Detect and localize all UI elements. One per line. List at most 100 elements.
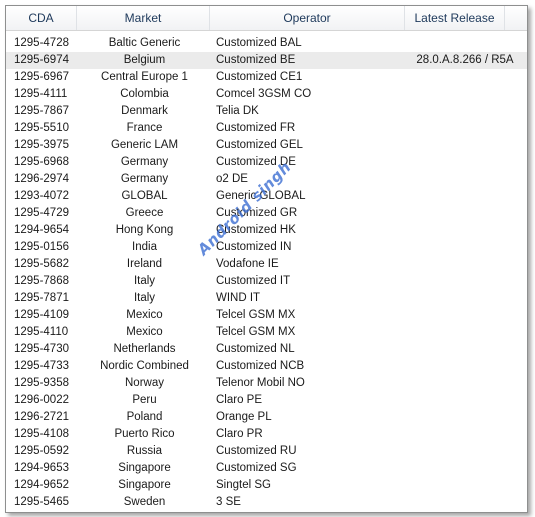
table-row[interactable]: 1295-3975 Generic LAM Customized GEL: [6, 137, 527, 154]
cell-cda: 1295-3975: [14, 139, 69, 151]
cell-cda: 1295-0156: [14, 241, 69, 253]
cell-cda: 1295-4733: [14, 360, 69, 372]
cell-cda: 1295-4111: [14, 88, 68, 100]
table-row[interactable]: 1294-9654 Hong Kong Customized HK: [6, 222, 527, 239]
cell-latest-release: [410, 205, 520, 222]
table-row[interactable]: 1295-4110 Mexico Telcel GSM MX: [6, 324, 527, 341]
cell-market: Italy: [133, 292, 156, 304]
table-row[interactable]: 1295-5682 Ireland Vodafone IE: [6, 256, 527, 273]
cell-cda: 1296-0022: [14, 394, 69, 406]
table-row[interactable]: 1294-9652 Singapore Singtel SG: [6, 477, 527, 494]
cell-operator: Customized CE1: [216, 71, 303, 83]
cell-market: Denmark: [121, 105, 168, 117]
cell-market: France: [126, 122, 163, 134]
cell-latest-release: [410, 494, 520, 511]
firmware-table-window: CDA Market Operator Latest Release 1295-…: [5, 5, 528, 513]
table-row[interactable]: 1295-7867 Denmark Telia DK: [6, 103, 527, 120]
cell-latest-release: [410, 273, 520, 290]
cell-cda: 1295-5465: [14, 496, 69, 508]
cell-market: Ireland: [126, 258, 163, 270]
cell-market: Puerto Rico: [114, 428, 175, 440]
cell-market: Generic LAM: [110, 139, 179, 151]
table-row[interactable]: 1295-4109 Mexico Telcel GSM MX: [6, 307, 527, 324]
cell-operator: 3 SE: [216, 496, 241, 508]
cell-market: Sweden: [123, 496, 166, 508]
column-header-market[interactable]: Market: [77, 6, 210, 30]
cell-operator: Customized FR: [216, 122, 296, 134]
table-row[interactable]: 1293-4072 GLOBAL Generic GLOBAL: [6, 188, 527, 205]
cell-market: Mexico: [126, 326, 163, 338]
table-row[interactable]: 1295-4728 Baltic Generic Customized BAL: [6, 35, 527, 52]
table-row[interactable]: 1295-7868 Italy Customized IT: [6, 273, 527, 290]
cell-latest-release: [410, 188, 520, 205]
cell-market: Germany: [120, 173, 169, 185]
table-row[interactable]: 1295-6974 Belgium Customized BE 28.0.A.8.26…: [6, 52, 527, 69]
cell-market: Hong Kong: [115, 224, 174, 236]
cell-latest-release: [410, 137, 520, 154]
table-row[interactable]: 1295-9358 Norway Telenor Mobil NO: [6, 375, 527, 392]
cell-latest-release: [410, 324, 520, 341]
cell-cda: 1294-9653: [14, 462, 69, 474]
cell-market: Italy: [133, 275, 156, 287]
cell-latest-release: [410, 307, 520, 324]
table-row[interactable]: 1295-4111 Colombia Comcel 3GSM CO: [6, 86, 527, 103]
table-row[interactable]: 1295-4730 Netherlands Customized NL: [6, 341, 527, 358]
cell-market: Nordic Combined: [100, 360, 189, 372]
column-header-operator[interactable]: Operator: [210, 6, 405, 30]
cell-cda: 1295-5510: [14, 122, 69, 134]
cell-cda: 1295-4109: [14, 309, 69, 321]
cell-cda: 1295-7871: [14, 292, 69, 304]
cell-latest-release: [410, 120, 520, 137]
cell-market: Peru: [132, 394, 157, 406]
table-row[interactable]: 1294-9653 Singapore Customized SG: [6, 460, 527, 477]
table-row[interactable]: 1295-6968 Germany Customized DE: [6, 154, 527, 171]
cell-market: Colombia: [120, 88, 169, 100]
table-row[interactable]: 1295-0156 India Customized IN: [6, 239, 527, 256]
cell-operator: Customized SG: [216, 462, 297, 474]
cell-latest-release: [410, 409, 520, 426]
cell-cda: 1296-2974: [14, 173, 69, 185]
cell-operator: Customized GEL: [216, 139, 303, 151]
cell-market: Greece: [125, 207, 164, 219]
cell-market: Central Europe 1: [101, 71, 188, 83]
cell-cda: 1295-6967: [14, 71, 69, 83]
cell-latest-release: [410, 477, 520, 494]
cell-latest-release: [410, 69, 520, 86]
table-row[interactable]: 1295-5465 Sweden 3 SE: [6, 494, 527, 511]
cell-operator: Claro PR: [216, 428, 263, 440]
cell-operator: Customized RU: [216, 445, 297, 457]
cell-cda: 1295-4728: [14, 37, 69, 49]
table-row[interactable]: 1295-0592 Russia Customized RU: [6, 443, 527, 460]
cell-market: GLOBAL: [121, 190, 168, 202]
cell-latest-release: [410, 239, 520, 256]
cell-operator: Telia DK: [216, 105, 259, 117]
cell-latest-release: [410, 375, 520, 392]
cell-cda: 1295-4108: [14, 428, 69, 440]
table-row[interactable]: 1295-4729 Greece Customized GR: [6, 205, 527, 222]
table-row[interactable]: 1295-7871 Italy WIND IT: [6, 290, 527, 307]
cell-operator: Vodafone IE: [216, 258, 279, 270]
column-header-cda[interactable]: CDA: [6, 6, 77, 30]
cell-cda: 1295-4110: [14, 326, 69, 338]
table-row[interactable]: 1296-2721 Poland Orange PL: [6, 409, 527, 426]
table-row[interactable]: 1295-6967 Central Europe 1 Customized CE1: [6, 69, 527, 86]
cell-operator: Customized NL: [216, 343, 295, 355]
cell-latest-release: [410, 256, 520, 273]
cell-market: Russia: [126, 445, 163, 457]
table-row[interactable]: 1295-5510 France Customized FR: [6, 120, 527, 137]
cell-operator: Customized BE: [216, 54, 296, 66]
cell-operator: Customized GR: [216, 207, 298, 219]
cell-operator: Customized IT: [216, 275, 291, 287]
cell-cda: 1295-6974: [14, 54, 69, 66]
cell-operator: Claro PE: [216, 394, 263, 406]
table-row[interactable]: 1295-4108 Puerto Rico Claro PR: [6, 426, 527, 443]
cell-latest-release: [410, 154, 520, 171]
cell-operator: WIND IT: [216, 292, 261, 304]
table-row[interactable]: 1296-0022 Peru Claro PE: [6, 392, 527, 409]
column-header-latest-release[interactable]: Latest Release: [405, 6, 505, 30]
table-row[interactable]: 1295-4733 Nordic Combined Customized NCB: [6, 358, 527, 375]
cell-latest-release: [410, 358, 520, 375]
cell-latest-release: [410, 35, 520, 52]
table-row[interactable]: 1296-2974 Germany o2 DE: [6, 171, 527, 188]
cell-cda: 1295-4730: [14, 343, 69, 355]
